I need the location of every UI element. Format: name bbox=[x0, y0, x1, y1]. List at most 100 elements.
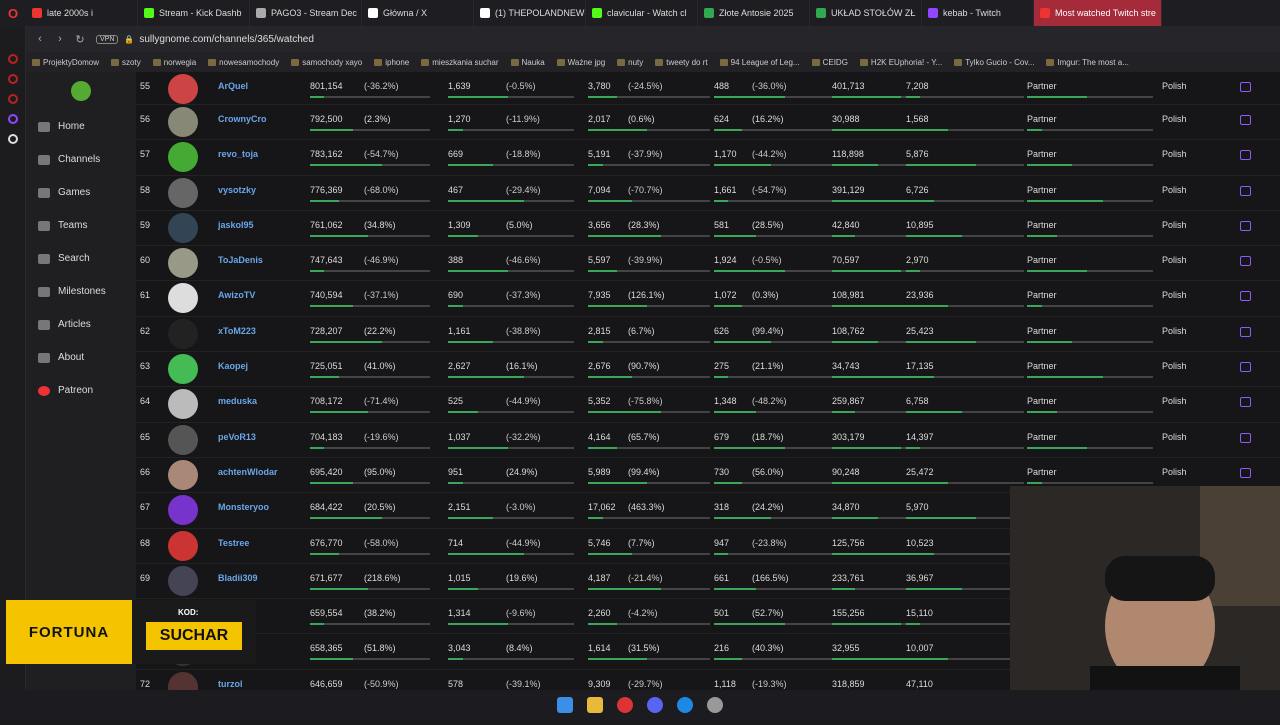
bookmark-item[interactable]: Imgur: The most a... bbox=[1040, 58, 1134, 67]
nav-item-home[interactable]: Home bbox=[26, 110, 136, 143]
browser-tab[interactable]: clavicular - Watch cl bbox=[586, 0, 698, 26]
channel-avatar[interactable] bbox=[168, 107, 198, 137]
bookmark-item[interactable]: nowesamochody bbox=[202, 58, 285, 67]
table-row[interactable]: 61 AwizoTV 740,594 (-37.1%) 690 (-37.3%) 7,935… bbox=[136, 281, 1280, 317]
channel-avatar[interactable] bbox=[168, 212, 198, 243]
channel-name[interactable]: Testree bbox=[218, 538, 249, 548]
chat-icon[interactable] bbox=[1240, 150, 1251, 161]
channel-name[interactable]: Bladii309 bbox=[218, 573, 258, 583]
bookmark-item[interactable]: Ważne jpg bbox=[551, 58, 612, 67]
channel-name[interactable]: AwizoTV bbox=[218, 290, 255, 300]
bookmark-item[interactable]: H2K EUphoria! - Y... bbox=[854, 58, 948, 67]
bookmark-item[interactable]: CEIDG bbox=[806, 58, 854, 67]
table-row[interactable]: 64 meduska 708,172 (-71.4%) 525 (-44.9%) 5,352… bbox=[136, 387, 1280, 423]
channel-avatar[interactable] bbox=[168, 318, 198, 349]
channel-name[interactable]: vysotzky bbox=[218, 185, 256, 195]
nav-item-articles[interactable]: Articles bbox=[26, 308, 136, 341]
messenger-icon[interactable] bbox=[7, 54, 18, 64]
chat-icon[interactable] bbox=[1240, 115, 1251, 125]
nav-item-milestones[interactable]: Milestones bbox=[26, 275, 136, 308]
chat-icon[interactable] bbox=[1240, 82, 1251, 92]
channel-avatar[interactable] bbox=[168, 671, 198, 690]
twitch-icon[interactable] bbox=[7, 114, 18, 124]
opera-icon[interactable] bbox=[617, 697, 633, 713]
channel-avatar[interactable] bbox=[168, 74, 198, 104]
channel-avatar[interactable] bbox=[168, 248, 198, 279]
opera-logo-icon[interactable]: O bbox=[0, 0, 26, 26]
channel-name[interactable]: turzol bbox=[218, 679, 243, 689]
browser-tab[interactable]: Most watched Twitch stre bbox=[1034, 0, 1162, 26]
channel-avatar[interactable] bbox=[168, 459, 198, 490]
browser-tab[interactable]: UKŁAD STOŁÓW ZŁ bbox=[810, 0, 922, 26]
nav-item-channels[interactable]: Channels bbox=[26, 143, 136, 176]
chat-icon[interactable] bbox=[1240, 326, 1251, 337]
browser-tab[interactable]: late 2000s i bbox=[26, 0, 138, 26]
bookmark-item[interactable]: ProjektyDomow bbox=[26, 58, 105, 67]
browser-tab[interactable]: PAGO3 - Stream Dec bbox=[250, 0, 362, 26]
channel-name[interactable]: ArQuel bbox=[218, 81, 248, 91]
table-row[interactable]: 56 CrownyCro 792,500 (2.3%) 1,270 (-11.9%) 2,0… bbox=[136, 105, 1280, 141]
site-logo-icon[interactable] bbox=[26, 72, 136, 110]
back-icon[interactable]: ‹ bbox=[30, 33, 50, 45]
bookmark-item[interactable]: Nauka bbox=[505, 58, 551, 67]
channel-name[interactable]: revo_toja bbox=[218, 149, 258, 159]
table-row[interactable]: 65 peVoR13 704,183 (-19.6%) 1,037 (-32.2%) 4,1… bbox=[136, 423, 1280, 458]
table-row[interactable]: 55 ArQuel 801,154 (-36.2%) 1,639 (-0.5%) 3,780… bbox=[136, 72, 1280, 105]
messenger-icon[interactable] bbox=[677, 697, 693, 713]
chat-icon[interactable] bbox=[1240, 432, 1251, 443]
channel-name[interactable]: Monsteryoo bbox=[218, 502, 269, 512]
bookmark-item[interactable]: 94 League of Leg... bbox=[714, 58, 806, 67]
channel-avatar[interactable] bbox=[168, 354, 198, 385]
nav-item-teams[interactable]: Teams bbox=[26, 209, 136, 242]
browser-tab[interactable]: (1) THEPOLANDNEWS bbox=[474, 0, 586, 26]
whatsapp-icon[interactable] bbox=[7, 74, 18, 84]
browser-tab[interactable]: Główna / X bbox=[362, 0, 474, 26]
channel-avatar[interactable] bbox=[168, 177, 198, 208]
nav-item-about[interactable]: About bbox=[26, 341, 136, 374]
channel-avatar[interactable] bbox=[168, 565, 198, 596]
channel-avatar[interactable] bbox=[168, 142, 198, 173]
channel-name[interactable]: meduska bbox=[218, 396, 257, 406]
bookmark-item[interactable]: Tylko Gucio - Cov... bbox=[948, 58, 1040, 67]
channel-avatar[interactable] bbox=[168, 389, 198, 420]
bookmark-item[interactable]: tweety do rt bbox=[649, 58, 713, 67]
nav-item-patreon[interactable]: Patreon bbox=[26, 374, 136, 407]
app-icon[interactable] bbox=[707, 697, 723, 713]
chat-icon[interactable] bbox=[1240, 185, 1251, 196]
chat-icon[interactable] bbox=[1240, 291, 1251, 302]
channel-name[interactable]: CrownyCro bbox=[218, 114, 267, 124]
forward-icon[interactable]: › bbox=[50, 33, 70, 45]
channel-avatar[interactable] bbox=[168, 424, 198, 455]
bookmark-item[interactable]: norwegia bbox=[147, 58, 202, 67]
browser-tab[interactable]: kebab - Twitch bbox=[922, 0, 1034, 26]
table-row[interactable]: 60 ToJaDenis 747,643 (-46.9%) 388 (-46.6%) 5,5… bbox=[136, 246, 1280, 282]
chat-icon[interactable] bbox=[1240, 362, 1251, 373]
url-field[interactable]: sullygnome.com/channels/365/watched bbox=[139, 34, 314, 45]
browser-tab[interactable]: Stream - Kick Dashb bbox=[138, 0, 250, 26]
bookmark-item[interactable]: iphone bbox=[368, 58, 415, 67]
browser-tab[interactable]: Złote Antosie 2025 bbox=[698, 0, 810, 26]
channel-name[interactable]: ToJaDenis bbox=[218, 255, 263, 265]
channel-name[interactable]: xToM223 bbox=[218, 326, 256, 336]
bookmark-item[interactable]: nuty bbox=[611, 58, 649, 67]
chat-icon[interactable] bbox=[1240, 220, 1251, 231]
table-row[interactable]: 62 xToM223 728,207 (22.2%) 1,161 (-38.8%) 2,81… bbox=[136, 317, 1280, 353]
nav-item-search[interactable]: Search bbox=[26, 242, 136, 275]
channel-name[interactable]: peVoR13 bbox=[218, 432, 256, 442]
table-row[interactable]: 57 revo_toja 783,162 (-54.7%) 669 (-18.8%) 5,1… bbox=[136, 140, 1280, 176]
vpn-badge[interactable]: VPN bbox=[96, 34, 119, 44]
reload-icon[interactable]: ↻ bbox=[70, 33, 90, 46]
chat-icon[interactable] bbox=[1240, 467, 1251, 478]
channel-name[interactable]: Kaopej bbox=[218, 361, 248, 371]
channel-name[interactable]: achtenWlodar bbox=[218, 467, 278, 477]
instagram-icon[interactable] bbox=[7, 94, 18, 104]
channel-avatar[interactable] bbox=[168, 495, 198, 526]
bookmark-item[interactable]: szoty bbox=[105, 58, 147, 67]
table-row[interactable]: 63 Kaopej 725,051 (41.0%) 2,627 (16.1%) 2,676 (… bbox=[136, 352, 1280, 388]
bookmark-item[interactable]: samochody xayo bbox=[285, 58, 368, 67]
file-explorer-icon[interactable] bbox=[587, 697, 603, 713]
chat-icon[interactable] bbox=[1240, 256, 1251, 267]
channel-name[interactable]: jaskol95 bbox=[218, 220, 254, 230]
table-row[interactable]: 58 vysotzky 776,369 (-68.0%) 467 (-29.4%) 7,09… bbox=[136, 176, 1280, 211]
chat-icon[interactable] bbox=[1240, 397, 1251, 408]
